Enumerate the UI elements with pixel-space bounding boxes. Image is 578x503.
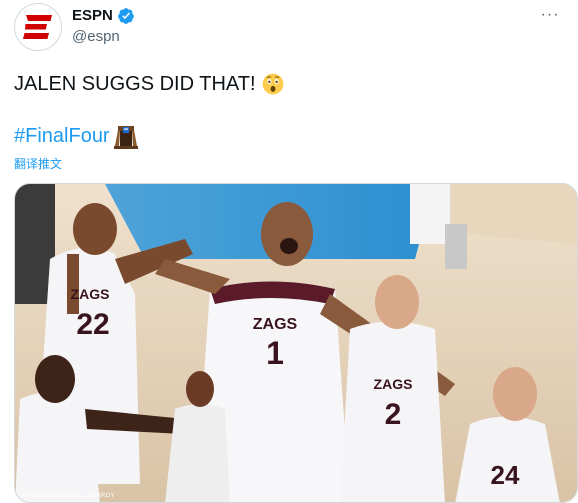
author-display-name[interactable]: ESPN: [72, 6, 113, 26]
astonished-face-emoji: [262, 73, 283, 95]
author-avatar[interactable]: [14, 3, 62, 51]
jersey-team-word-center: ZAGS: [253, 316, 298, 333]
more-options-button[interactable]: ···: [536, 5, 564, 25]
tweet-text: JALEN SUGGS DID THAT!: [14, 73, 256, 95]
author-handle[interactable]: @espn: [72, 27, 120, 47]
celebration-photo: ZAGS 22 ZAGS 1 ZAGS 2 24: [15, 184, 577, 502]
more-icon: ···: [540, 6, 560, 23]
verified-badge-icon: [117, 8, 134, 24]
espn-logo-icon: [23, 15, 52, 39]
ncaa-final-four-emoji: [113, 126, 138, 149]
photo-credit: AP PHOTO/MICHAEL CONROY: [21, 493, 115, 499]
jersey-number-24: 24: [491, 460, 520, 490]
jersey-number-2: 2: [385, 398, 402, 431]
jersey-number-22: 22: [76, 308, 109, 341]
jersey-number-1: 1: [266, 335, 284, 371]
jersey-team-word-left: ZAGS: [71, 286, 110, 302]
jersey-team-word-right: ZAGS: [374, 376, 413, 392]
translate-tweet-link[interactable]: 翻译推文: [14, 156, 62, 172]
tweet-photo[interactable]: ZAGS 22 ZAGS 1 ZAGS 2 24 AP PHOTO/MICHAE…: [14, 183, 578, 503]
hashtag-row: #FinalFour: [14, 122, 140, 150]
author-name-row[interactable]: ESPN: [72, 6, 135, 26]
tweet-body: JALEN SUGGS DID THAT!: [14, 71, 284, 97]
hashtag-link[interactable]: #FinalFour: [14, 123, 110, 149]
